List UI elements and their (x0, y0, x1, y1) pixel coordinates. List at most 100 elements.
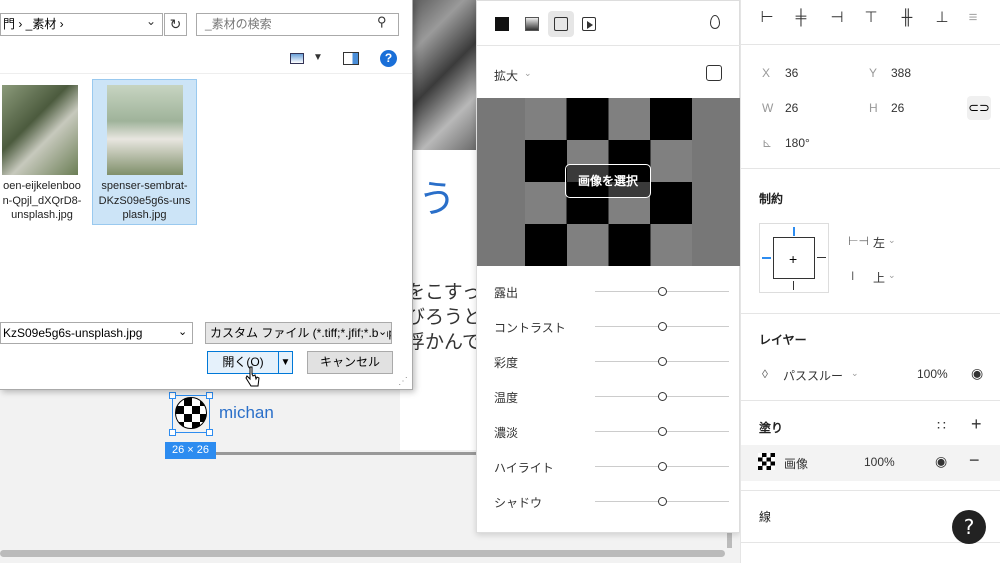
solid-fill-icon[interactable] (489, 11, 515, 37)
align-top-icon[interactable]: ⊤ (863, 10, 879, 26)
blend-mode-select[interactable]: パススルー (783, 367, 843, 384)
resize-handle[interactable] (206, 429, 213, 436)
adjustment-slider-knob[interactable] (658, 392, 667, 401)
blend-drop-icon: ◊ (762, 367, 768, 381)
address-bar[interactable]: 門 › _素材 › (0, 13, 163, 36)
x-input[interactable]: 36 (785, 66, 798, 80)
adjustment-label: 露出 (494, 286, 519, 300)
adjustment-label: シャドウ (494, 496, 543, 510)
resize-handle[interactable] (206, 392, 213, 399)
scale-mode-select[interactable]: 拡大 (494, 67, 518, 84)
fill-swatch[interactable] (758, 453, 775, 470)
file-thumbnail[interactable] (107, 85, 183, 175)
horizontal-constraint-select[interactable]: 左 (873, 234, 885, 251)
chevron-down-icon[interactable]: ⌄ (524, 68, 532, 79)
adjustment-label: コントラスト (494, 321, 566, 335)
constraint-right-marker[interactable] (817, 257, 826, 258)
horizontal-constraint-icon: ⊢⊣ (848, 234, 869, 248)
divider (741, 44, 1000, 45)
file-name[interactable]: oen-eijkelenboo n-Qpjl_dXQrD8- unsplash.… (0, 179, 92, 223)
resize-grip-icon[interactable]: ⋰ (398, 376, 408, 387)
adjustment-label: 濃淡 (494, 426, 519, 440)
filetype-select[interactable]: カスタム ファイル (*.tiff;*.jfif;*.bmp; (205, 322, 392, 344)
blend-drop-icon[interactable] (710, 15, 720, 29)
gradient-fill-icon[interactable] (519, 11, 545, 37)
align-center-h-icon[interactable]: ╪ (793, 10, 809, 26)
add-icon[interactable]: + (971, 414, 982, 435)
filename-input[interactable]: KzS09e5g6s-unsplash.jpg (0, 322, 193, 344)
file-name-line: DKzS09e5g6s-uns (98, 194, 191, 207)
file-name-line: unsplash.jpg (11, 209, 73, 221)
divider (741, 313, 1000, 314)
adjustment-slider-knob[interactable] (658, 427, 667, 436)
search-icon[interactable]: ⚲ (377, 14, 387, 30)
file-name[interactable]: spenser-sembrat- DKzS09e5g6s-uns plash.j… (92, 179, 197, 223)
constraint-left-marker[interactable] (762, 257, 771, 259)
view-mode-icon[interactable] (290, 53, 304, 64)
constraint-top-marker[interactable] (793, 227, 795, 236)
remove-icon[interactable]: − (969, 450, 980, 471)
w-label: W (762, 101, 774, 115)
constraint-bottom-marker[interactable] (793, 281, 794, 290)
preview-pane-icon[interactable] (343, 52, 359, 65)
align-bottom-icon[interactable]: ⊥ (934, 10, 950, 26)
rotate-image-icon[interactable] (706, 65, 722, 81)
heading-char: う (418, 177, 457, 221)
adjustment-slider-knob[interactable] (658, 497, 667, 506)
chevron-down-icon[interactable]: ⌄ (378, 325, 388, 338)
divider (477, 45, 741, 46)
file-name-line: plash.jpg (122, 209, 167, 221)
y-input[interactable]: 388 (891, 66, 911, 80)
search-input[interactable]: _素材の検索 (196, 13, 399, 36)
avatar[interactable] (175, 397, 207, 429)
adjustment-slider-knob[interactable] (658, 322, 667, 331)
eye-icon[interactable]: ◉ (935, 453, 947, 470)
constraint-widget[interactable]: + (759, 223, 829, 293)
align-right-icon[interactable]: ⊣ (829, 10, 845, 26)
page-body-text: をこすっ びろうと 浮かんで (406, 280, 478, 355)
chevron-down-icon[interactable]: ⌄ (146, 14, 156, 28)
fill-title: 塗り (759, 421, 784, 435)
eye-icon[interactable]: ◉ (971, 365, 983, 382)
grid-styles-icon[interactable]: ∷ (937, 417, 946, 434)
vertical-constraint-select[interactable]: 上 (873, 269, 885, 286)
open-dropdown-button[interactable]: ▼ (278, 351, 293, 374)
align-left-icon[interactable]: ⊢ (759, 10, 775, 26)
rotation-input[interactable]: 180° (785, 136, 810, 150)
properties-panel: ⊢ ╪ ⊣ ⊤ ╫ ⊥ ≡ X 36 Y 388 W 26 H 26 ⊂⊃ ⊾ … (740, 0, 1000, 563)
image-fill-icon[interactable] (548, 11, 574, 37)
h-input[interactable]: 26 (891, 101, 904, 115)
pointer-cursor-icon (245, 366, 260, 387)
help-icon[interactable]: ? (380, 50, 397, 67)
layer-opacity-input[interactable]: 100% (917, 367, 948, 381)
adjustment-slider-knob[interactable] (658, 357, 667, 366)
refresh-button[interactable]: ↻ (164, 13, 187, 36)
video-fill-icon[interactable] (576, 11, 602, 37)
page-text-line: びろうと (406, 306, 478, 328)
chevron-down-icon[interactable]: ⌄ (888, 235, 896, 246)
adjustment-slider-knob[interactable] (658, 462, 667, 471)
horizontal-scrollbar[interactable] (0, 550, 725, 557)
chevron-down-icon[interactable]: ⌄ (178, 325, 187, 338)
select-image-button[interactable]: 画像を選択 (565, 164, 651, 198)
chevron-down-icon[interactable]: ▼ (313, 52, 323, 63)
chevron-down-icon[interactable]: ⌄ (888, 270, 896, 281)
distribute-icon[interactable]: ≡ (965, 10, 981, 26)
divider (741, 400, 1000, 401)
cancel-button[interactable]: キャンセル (307, 351, 393, 374)
stroke-title: 線 (759, 510, 772, 524)
w-input[interactable]: 26 (785, 101, 798, 115)
resize-handle[interactable] (169, 392, 176, 399)
adjustment-slider-knob[interactable] (658, 287, 667, 296)
file-thumbnail[interactable] (2, 85, 78, 175)
open-button[interactable]: 開く(O) (207, 351, 279, 374)
resize-handle[interactable] (169, 429, 176, 436)
align-middle-v-icon[interactable]: ╫ (899, 10, 915, 26)
image-preview: 画像を選択 (477, 98, 741, 266)
user-name: michan (219, 403, 274, 422)
fill-editor-panel: 拡大 ⌄ 画像を選択 露出 コントラスト 彩度 温度 濃淡 ハイライト シャドウ (476, 0, 741, 533)
constrain-proportions-icon[interactable]: ⊂⊃ (967, 96, 991, 120)
chevron-down-icon[interactable]: ⌄ (851, 368, 859, 379)
help-button[interactable]: ? (952, 510, 986, 544)
fill-opacity-input[interactable]: 100% (864, 455, 895, 469)
